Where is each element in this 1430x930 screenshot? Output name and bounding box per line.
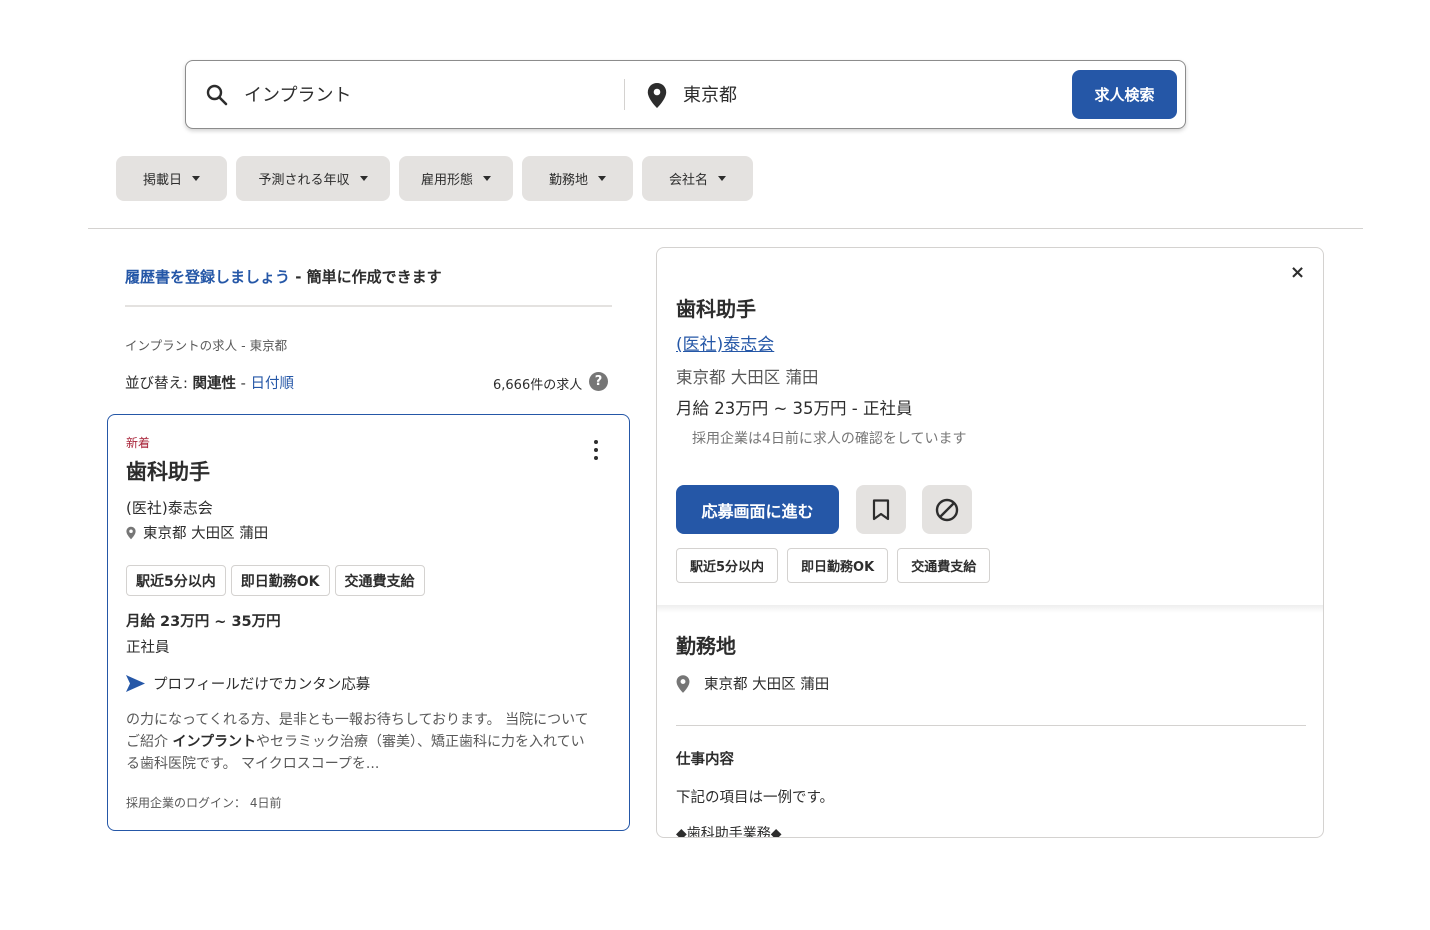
detail-company-link[interactable]: (医社)泰志会 bbox=[676, 330, 774, 355]
save-job-button[interactable] bbox=[856, 485, 906, 534]
workplace-heading: 勤務地 bbox=[676, 634, 736, 658]
close-icon[interactable]: × bbox=[1290, 262, 1305, 283]
job-count: 6,666件の求人 bbox=[493, 378, 583, 393]
job-content-text: ◆歯科助手業務◆ bbox=[676, 826, 782, 838]
easy-apply-text: プロフィールだけでカンタン応募 bbox=[153, 677, 371, 693]
search-divider bbox=[624, 79, 625, 110]
sort-separator: - bbox=[236, 376, 251, 392]
search-icon bbox=[206, 84, 228, 106]
snippet-keyword: インプラント bbox=[172, 734, 257, 750]
what-input[interactable] bbox=[244, 79, 614, 109]
send-icon bbox=[126, 675, 145, 692]
tag: 即日勤務OK bbox=[787, 548, 889, 583]
sort-date-link[interactable]: 日付順 bbox=[250, 376, 294, 392]
resume-suffix: - 簡単に作成できます bbox=[290, 268, 442, 286]
last-login: 採用企業のログイン： 4日前 bbox=[126, 796, 282, 810]
filter-label: 会社名 bbox=[668, 173, 708, 188]
caret-down-icon bbox=[598, 176, 606, 181]
filter-label: 雇用形態 bbox=[420, 173, 473, 188]
job-content-text: 下記の項目は一例です。 bbox=[676, 790, 835, 806]
filter-bar: 掲載日 予測される年収 雇用形態 勤務地 会社名 bbox=[116, 156, 753, 201]
not-interested-button[interactable] bbox=[922, 485, 972, 534]
salary: 月給 23万円 ~ 35万円 bbox=[126, 614, 281, 630]
help-icon[interactable]: ? bbox=[589, 372, 608, 391]
resume-link[interactable]: 履歴書を登録しましょう bbox=[125, 268, 290, 286]
what-search-field[interactable] bbox=[186, 61, 624, 128]
detail-salary: 月給 23万円 ~ 35万円 - 正社員 bbox=[676, 399, 913, 418]
job-detail-panel: × 歯科助手 (医社)泰志会 東京都 大田区 蒲田 月給 23万円 ~ 35万円… bbox=[656, 247, 1324, 838]
header-divider bbox=[88, 228, 1363, 229]
tag: 交通費支給 bbox=[334, 565, 425, 596]
job-type: 正社員 bbox=[126, 640, 170, 656]
filter-label: 予測される年収 bbox=[258, 173, 350, 188]
job-location: 東京都 大田区 蒲田 bbox=[126, 522, 268, 543]
filter-salary[interactable]: 予測される年収 bbox=[236, 156, 390, 201]
results-divider bbox=[125, 305, 612, 307]
filter-company[interactable]: 会社名 bbox=[642, 156, 753, 201]
section-divider bbox=[657, 605, 1323, 613]
caret-down-icon bbox=[192, 176, 200, 181]
not-interested-icon bbox=[935, 498, 959, 521]
caret-down-icon bbox=[718, 176, 726, 181]
filter-job-type[interactable]: 雇用形態 bbox=[399, 156, 513, 201]
caret-down-icon bbox=[483, 176, 491, 181]
sort-row: 並び替え: 関連性 - 日付順 bbox=[125, 372, 294, 393]
detail-divider bbox=[676, 725, 1306, 726]
where-search-field[interactable] bbox=[626, 61, 1066, 128]
new-badge: 新着 bbox=[126, 436, 151, 450]
query-caption: インプラントの求人 - 東京都 bbox=[125, 338, 288, 353]
job-title[interactable]: 歯科助手 bbox=[126, 456, 210, 486]
tag: 駅近5分以内 bbox=[126, 565, 226, 596]
detail-tags: 駅近5分以内 即日勤務OK 交通費支給 bbox=[676, 548, 991, 583]
filter-label: 掲載日 bbox=[142, 173, 182, 188]
filter-date-posted[interactable]: 掲載日 bbox=[116, 156, 227, 201]
caret-down-icon bbox=[359, 176, 368, 181]
bookmark-icon bbox=[872, 498, 890, 520]
apply-button[interactable]: 応募画面に進む bbox=[676, 485, 839, 534]
sort-prefix: 並び替え: bbox=[125, 376, 193, 392]
job-card[interactable]: 新着 歯科助手 (医社)泰志会 東京都 大田区 蒲田 駅近5分以内 即日勤務OK… bbox=[107, 414, 630, 831]
company-name: (医社)泰志会 bbox=[126, 499, 213, 517]
kebab-menu-icon[interactable] bbox=[591, 440, 601, 462]
location-text: 東京都 大田区 蒲田 bbox=[143, 526, 269, 542]
filter-label: 勤務地 bbox=[548, 173, 588, 188]
employer-checked-note: 採用企業は4日前に求人の確認をしています bbox=[692, 431, 967, 447]
detail-title: 歯科助手 bbox=[676, 297, 756, 321]
resume-prompt: 履歴書を登録しましょう - 簡単に作成できます bbox=[125, 266, 442, 287]
sort-relevance: 関連性 bbox=[192, 376, 237, 392]
find-jobs-button[interactable]: 求人検索 bbox=[1072, 70, 1177, 119]
tag: 交通費支給 bbox=[897, 548, 991, 583]
filter-location[interactable]: 勤務地 bbox=[522, 156, 633, 201]
tag: 駅近5分以内 bbox=[676, 548, 779, 583]
map-pin-icon bbox=[676, 674, 690, 693]
map-pin-icon bbox=[126, 526, 136, 539]
job-content-heading: 仕事内容 bbox=[676, 752, 734, 768]
tag: 即日勤務OK bbox=[230, 565, 330, 596]
job-snippet: の力になってくれる方、是非とも一報お待ちしております。 当院についてご紹介 イン… bbox=[126, 709, 596, 775]
workplace-location: 東京都 大田区 蒲田 bbox=[676, 673, 829, 694]
easy-apply: プロフィールだけでカンタン応募 bbox=[126, 673, 370, 694]
detail-location: 東京都 大田区 蒲田 bbox=[676, 368, 819, 387]
map-pin-icon bbox=[647, 83, 667, 108]
workplace-location-text: 東京都 大田区 蒲田 bbox=[704, 677, 830, 693]
search-bar: 求人検索 bbox=[185, 60, 1186, 129]
job-tags: 駅近5分以内 即日勤務OK 交通費支給 bbox=[126, 565, 425, 596]
where-input[interactable] bbox=[683, 79, 1053, 109]
